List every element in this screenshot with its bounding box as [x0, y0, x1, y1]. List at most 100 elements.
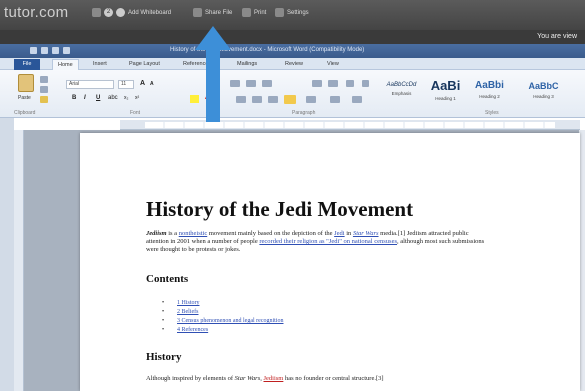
cut-icon[interactable] [40, 76, 48, 83]
ruler-scale [145, 122, 555, 128]
style-name: Heading 1 [435, 96, 456, 101]
word-app-icon [30, 47, 37, 54]
paste-icon[interactable] [18, 74, 34, 92]
redo-icon[interactable] [63, 47, 70, 54]
tab-file[interactable]: File [14, 59, 40, 70]
tab-review[interactable]: Review [280, 59, 308, 70]
style-heading-2[interactable]: AaBbi Heading 2 [468, 74, 511, 108]
style-sample: AaBbi [475, 80, 504, 91]
save-icon[interactable] [41, 47, 48, 54]
style-sample: AaBbCcDd [386, 82, 417, 88]
intro-paragraph: Jediism is a nontheistic movement mainly… [146, 230, 486, 254]
history-heading: History [146, 351, 182, 363]
style-name: Emphasis [391, 91, 412, 96]
settings-label: Settings [287, 9, 309, 16]
document-heading: History of the Jedi Movement [146, 197, 414, 221]
font-size-select[interactable]: 11 [118, 80, 134, 89]
tab-insert[interactable]: Insert [88, 59, 112, 70]
style-sample: AaBbC [528, 81, 559, 91]
vertical-ruler[interactable] [14, 130, 24, 391]
clipboard-group-label: Clipboard [14, 110, 36, 116]
multilevel-list-icon[interactable] [262, 80, 272, 87]
paste-label: Paste [18, 95, 31, 101]
print-button[interactable]: Print [242, 8, 266, 17]
style-emphasis[interactable]: AaBbCcDd Emphasis [380, 74, 423, 108]
link-star-wars[interactable]: Star Wars [353, 230, 379, 237]
style-name: Heading 2 [479, 94, 500, 99]
undo-icon[interactable] [52, 47, 59, 54]
share-file-button[interactable]: Share File [193, 8, 232, 17]
share-file-label: Share File [205, 9, 233, 16]
tab-home[interactable]: Home [52, 59, 79, 70]
toc-item-census[interactable]: 3 Census phenomenon and legal recognitio… [162, 317, 283, 326]
table-of-contents: 1 History 2 Beliefs 3 Census phenomenon … [162, 299, 283, 335]
add-whiteboard-button[interactable]: 2 Add Whiteboard [92, 8, 171, 17]
copy-icon[interactable] [40, 86, 48, 93]
style-heading-1[interactable]: AaBi Heading 1 [424, 74, 467, 108]
share-file-icon [193, 8, 202, 17]
bullets-icon[interactable] [230, 80, 240, 87]
share-toolbar: tutor.com 2 Add Whiteboard Share File Pr… [0, 0, 585, 30]
brand-logo: tutor.com [4, 4, 69, 21]
grow-font-icon[interactable]: A [140, 80, 145, 87]
font-name-select[interactable]: Arial [66, 80, 114, 89]
history-paragraph: Although inspired by elements of Star Wa… [146, 375, 384, 382]
justify-icon[interactable] [284, 95, 296, 104]
line-spacing-icon[interactable] [306, 96, 316, 103]
intro-term: Jediism [146, 230, 167, 237]
left-panel [0, 118, 14, 391]
borders-icon[interactable] [352, 96, 362, 103]
link-census[interactable]: recorded their religion as "Jedi" on nat… [259, 238, 397, 245]
intro-text: movement mainly based on the depiction o… [207, 230, 335, 237]
italic-icon[interactable]: I [84, 95, 86, 101]
paragraph-group-label: Paragraph [292, 110, 316, 116]
font-group-label: Font [130, 110, 141, 116]
sort-icon[interactable] [346, 80, 354, 87]
align-right-icon[interactable] [268, 96, 278, 103]
intro-text: is a [166, 230, 179, 237]
style-sample: AaBi [430, 78, 461, 93]
strikethrough-icon[interactable]: abc [108, 95, 118, 101]
arrow-shape [195, 26, 231, 122]
subscript-icon[interactable]: x₂ [124, 95, 128, 101]
toc-item-history[interactable]: 1 History [162, 299, 283, 308]
align-center-icon[interactable] [252, 96, 262, 103]
tab-mailings[interactable]: Mailings [232, 59, 262, 70]
settings-icon [275, 8, 284, 17]
decrease-indent-icon[interactable] [312, 80, 322, 87]
page-icon [92, 8, 101, 17]
shrink-font-icon[interactable]: A [150, 81, 154, 87]
underline-icon[interactable]: U [96, 95, 100, 101]
link-nontheistic[interactable]: nontheistic [179, 230, 208, 237]
show-marks-icon[interactable] [362, 80, 369, 87]
tab-view[interactable]: View [322, 59, 344, 70]
align-left-icon[interactable] [236, 96, 246, 103]
add-whiteboard-label: Add Whiteboard [128, 9, 172, 16]
toc-item-beliefs[interactable]: 2 Beliefs [162, 308, 283, 317]
print-label: Print [254, 9, 267, 16]
print-icon [242, 8, 251, 17]
bold-icon[interactable]: B [72, 95, 76, 101]
numbering-icon[interactable] [246, 80, 256, 87]
style-heading-3[interactable]: AaBbC Heading 3 [522, 74, 565, 108]
history-text: has no founder or central structure.[3] [283, 375, 384, 382]
styles-group-label: Styles [485, 110, 499, 116]
settings-button[interactable]: Settings [275, 8, 309, 17]
history-text-italic: Star Wars [234, 375, 261, 382]
link-jedi[interactable]: Jedi [334, 230, 344, 237]
pointer-arrow-icon [195, 26, 231, 122]
history-text: Although inspired by elements of [146, 375, 235, 382]
toc-item-references[interactable]: 4 References [162, 326, 283, 335]
shading-icon[interactable] [330, 96, 340, 103]
whiteboard-count: 2 [104, 8, 113, 17]
tab-page-layout[interactable]: Page Layout [124, 59, 165, 70]
intro-text: in [344, 230, 353, 237]
format-painter-icon[interactable] [40, 96, 48, 103]
plus-icon [116, 8, 125, 17]
increase-indent-icon[interactable] [328, 80, 338, 87]
style-name: Heading 3 [533, 94, 554, 99]
viewing-notice: You are view [537, 33, 577, 40]
contents-heading: Contents [146, 273, 189, 285]
document-page[interactable]: History of the Jedi Movement Jediism is … [80, 133, 580, 391]
superscript-icon[interactable]: x² [135, 95, 139, 101]
